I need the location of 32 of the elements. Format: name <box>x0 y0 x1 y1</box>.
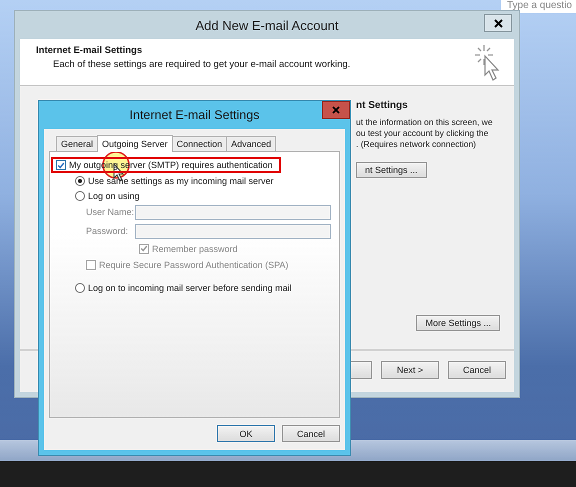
radio-button[interactable] <box>75 176 85 186</box>
tab[interactable]: General <box>56 136 98 151</box>
dialog-button[interactable]: OK <box>217 425 275 442</box>
dialog-title: Internet E-mail Settings <box>130 108 260 122</box>
field-label: Password: <box>86 226 130 236</box>
close-icon <box>332 106 340 114</box>
description-line: ou test your account by clicking the <box>356 128 490 139</box>
tab[interactable]: Advanced <box>226 136 276 151</box>
close-icon <box>494 18 502 28</box>
checkbox[interactable] <box>56 160 66 170</box>
description-line: ut the information on this screen, we <box>356 117 493 128</box>
radio-button[interactable] <box>75 190 85 200</box>
dialog-button[interactable]: Cancel <box>282 425 340 442</box>
wizard-button[interactable]: Next > <box>381 361 439 379</box>
radio-label[interactable]: Log on to incoming mail server before sending mail <box>88 282 292 292</box>
more-settings-button[interactable]: More Settings ... <box>416 315 500 331</box>
radio-label[interactable]: Log on using <box>88 190 140 200</box>
test-settings-button[interactable]: nt Settings ... <box>356 162 427 178</box>
radio-button[interactable] <box>75 282 85 292</box>
wizard-button[interactable]: Cancel <box>448 361 506 379</box>
description-line: . (Requires network connection) <box>356 139 478 150</box>
field-label: User Name: <box>86 207 136 217</box>
section-heading: nt Settings <box>356 100 408 111</box>
header-text: Each of these settings are required to get your e-mail account working. <box>52 59 350 70</box>
close-button[interactable] <box>484 14 512 32</box>
window-title: Add New E-mail Account <box>195 18 339 32</box>
header-title: Internet E-mail Settings <box>36 45 144 56</box>
search-hint[interactable]: Type a questio <box>500 0 576 13</box>
sparkle-cursor-icon <box>474 43 502 83</box>
radio-label[interactable]: Use same settings as my incoming mail server <box>88 176 274 186</box>
tab[interactable]: Connection <box>172 136 228 151</box>
tab[interactable]: Outgoing Server <box>97 135 173 152</box>
